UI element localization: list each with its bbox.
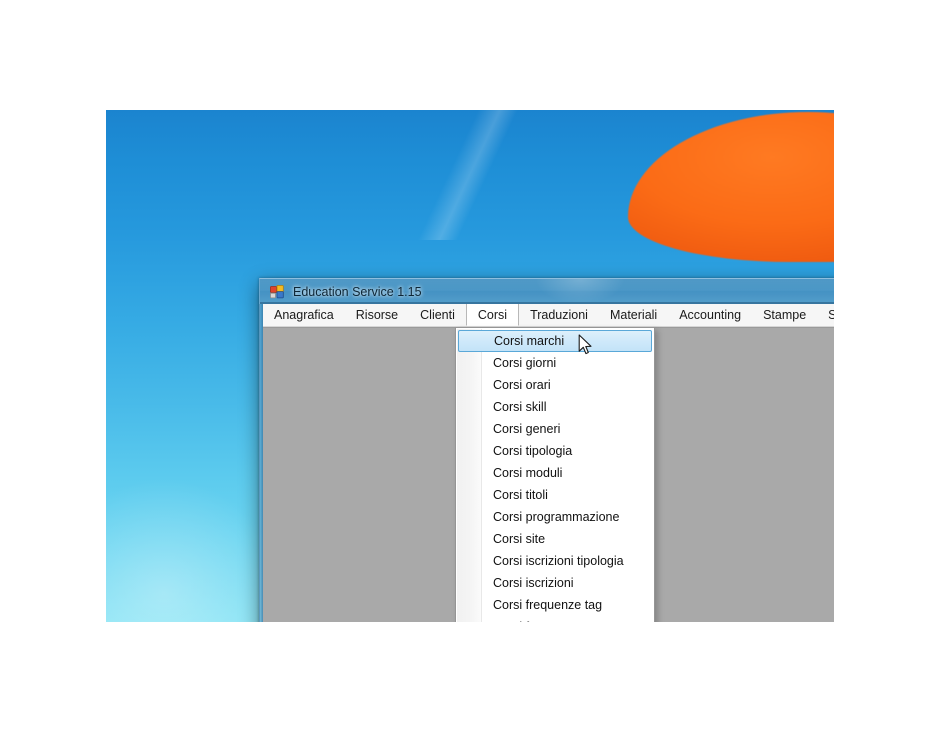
screenshot-canvas: Education Service 1.15 Anagrafica Risors… <box>0 0 940 732</box>
menu-item-corsi-titoli[interactable]: Corsi titoli <box>456 484 654 506</box>
menu-stampe[interactable]: Stampe <box>752 304 817 326</box>
window-title-bar[interactable]: Education Service 1.15 <box>259 278 834 304</box>
menu-item-corsi-giorni-label: Corsi giorni <box>493 356 557 370</box>
menu-item-corsi-tipologia-label: Corsi tipologia <box>493 444 573 458</box>
menu-item-corsi-site[interactable]: Corsi site <box>456 528 654 550</box>
menu-traduzioni[interactable]: Traduzioni <box>519 304 599 326</box>
title-bar-sheen <box>535 279 626 304</box>
menu-item-corsi-marchi[interactable]: Corsi marchi <box>458 330 652 352</box>
menu-item-corsi-moduli[interactable]: Corsi moduli <box>456 462 654 484</box>
corsi-dropdown-menu: Corsi marchi Corsi giorni Corsi orari Co… <box>455 327 655 622</box>
menu-clienti[interactable]: Clienti <box>409 304 466 326</box>
menu-materiali-label: Materiali <box>609 308 658 322</box>
menu-item-corsi-frequenze-label: Corsi frequenze <box>493 620 581 622</box>
menu-item-corsi-tipologia[interactable]: Corsi tipologia <box>456 440 654 462</box>
wallpaper-light-streak <box>406 110 526 240</box>
menu-risorse[interactable]: Risorse <box>345 304 409 326</box>
menu-corsi[interactable]: Corsi <box>465 304 520 326</box>
menu-item-corsi-skill[interactable]: Corsi skill <box>456 396 654 418</box>
menu-item-corsi-marchi-label: Corsi marchi <box>494 334 565 348</box>
menu-anagrafica-label: Anagrafica <box>274 308 334 322</box>
menu-item-corsi-giorni[interactable]: Corsi giorni <box>456 352 654 374</box>
menu-item-corsi-orari[interactable]: Corsi orari <box>456 374 654 396</box>
menu-accounting-label: Accounting <box>679 308 742 322</box>
menu-traduzioni-label: Traduzioni <box>530 308 588 322</box>
menu-strumenti-label: Strumenti <box>828 308 834 322</box>
menu-corsi-label: Corsi <box>477 307 508 322</box>
application-window-icon <box>269 284 285 300</box>
menu-stampe-label: Stampe <box>763 308 807 322</box>
menu-item-corsi-iscrizioni[interactable]: Corsi iscrizioni <box>456 572 654 594</box>
menu-item-corsi-frequenze-tag[interactable]: Corsi frequenze tag <box>456 594 654 616</box>
menu-item-corsi-moduli-label: Corsi moduli <box>493 466 563 480</box>
wallpaper-accent-shape <box>628 112 834 262</box>
window-title-text: Education Service 1.15 <box>293 284 422 299</box>
menu-item-corsi-orari-label: Corsi orari <box>493 378 551 392</box>
menu-risorse-label: Risorse <box>355 308 399 322</box>
menu-item-corsi-titoli-label: Corsi titoli <box>493 488 548 502</box>
menu-item-corsi-frequenze-tag-label: Corsi frequenze tag <box>493 598 603 612</box>
menu-item-corsi-skill-label: Corsi skill <box>493 400 547 414</box>
menu-item-corsi-iscrizioni-tipologia-label: Corsi iscrizioni tipologia <box>493 554 624 568</box>
menu-strumenti[interactable]: Strumenti <box>817 304 834 326</box>
menu-item-corsi-programmazione[interactable]: Corsi programmazione <box>456 506 654 528</box>
desktop-background: Education Service 1.15 Anagrafica Risors… <box>106 110 834 622</box>
menu-clienti-label: Clienti <box>420 308 455 322</box>
menu-bar: Anagrafica Risorse Clienti Corsi Traduzi… <box>263 304 834 327</box>
menu-item-corsi-iscrizioni-label: Corsi iscrizioni <box>493 576 574 590</box>
menu-materiali[interactable]: Materiali <box>599 304 668 326</box>
menu-item-corsi-frequenze[interactable]: Corsi frequenze <box>456 616 654 622</box>
menu-item-corsi-generi-label: Corsi generi <box>493 422 561 436</box>
menu-anagrafica[interactable]: Anagrafica <box>263 304 345 326</box>
menu-item-corsi-programmazione-label: Corsi programmazione <box>493 510 620 524</box>
menu-accounting[interactable]: Accounting <box>668 304 752 326</box>
menu-item-corsi-site-label: Corsi site <box>493 532 546 546</box>
menu-item-corsi-iscrizioni-tipologia[interactable]: Corsi iscrizioni tipologia <box>456 550 654 572</box>
menu-item-corsi-generi[interactable]: Corsi generi <box>456 418 654 440</box>
